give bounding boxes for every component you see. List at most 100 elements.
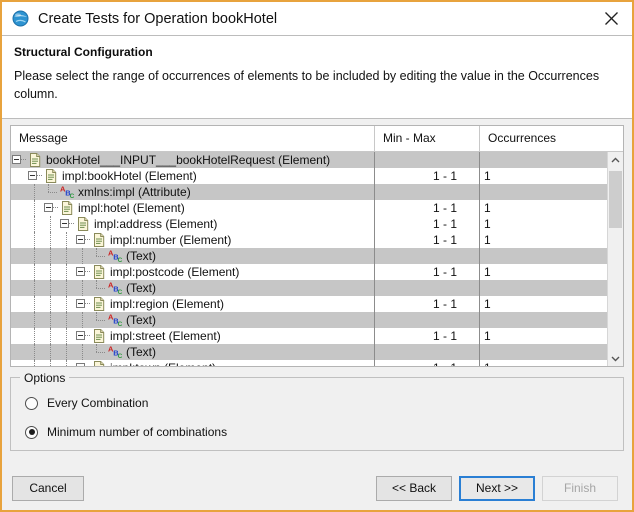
tree-guide-line	[82, 248, 83, 264]
cell-occurrences[interactable]	[480, 280, 623, 296]
tree-collapse-icon[interactable]	[11, 152, 27, 168]
tree-collapse-icon[interactable]	[27, 168, 43, 184]
tree-cell-message[interactable]: impl:town (Element)	[11, 360, 375, 366]
tree-collapse-icon[interactable]	[75, 328, 91, 344]
cell-min-max[interactable]	[375, 152, 480, 168]
tree-cell-message[interactable]: impl:address (Element)	[11, 216, 375, 232]
tree-collapse-icon[interactable]	[59, 216, 75, 232]
cell-min-max[interactable]: 1 - 1	[375, 168, 480, 184]
radio-indicator-every-combination[interactable]	[25, 397, 38, 410]
cell-occurrences[interactable]: 1	[480, 216, 623, 232]
radio-minimum-combinations[interactable]: Minimum number of combinations	[11, 421, 623, 443]
tree-indent	[75, 344, 91, 360]
tree-cell-message[interactable]: impl:bookHotel (Element)	[11, 168, 375, 184]
table-row[interactable]: impl:address (Element)1 - 11	[11, 216, 623, 232]
tree-indent	[11, 360, 27, 366]
cell-occurrences[interactable]: 1	[480, 360, 623, 366]
cell-min-max[interactable]	[375, 344, 480, 360]
table-body: bookHotel___INPUT___bookHotelRequest (El…	[11, 152, 623, 366]
column-header-min-max[interactable]: Min - Max	[375, 126, 480, 151]
cell-min-max[interactable]: 1 - 1	[375, 328, 480, 344]
tree-collapse-icon[interactable]	[43, 200, 59, 216]
cell-min-max[interactable]: 1 - 1	[375, 296, 480, 312]
back-button[interactable]: << Back	[376, 476, 452, 501]
cell-occurrences[interactable]	[480, 184, 623, 200]
tree-cell-message[interactable]: impl:number (Element)	[11, 232, 375, 248]
cell-min-max[interactable]	[375, 184, 480, 200]
cell-occurrences[interactable]: 1	[480, 168, 623, 184]
cell-occurrences[interactable]: 1	[480, 264, 623, 280]
tree-indent	[11, 264, 27, 280]
table-row[interactable]: ABC(Text)	[11, 280, 623, 296]
radio-indicator-minimum-combinations[interactable]	[25, 426, 38, 439]
table-row[interactable]: impl:hotel (Element)1 - 11	[11, 200, 623, 216]
table-row[interactable]: impl:postcode (Element)1 - 11	[11, 264, 623, 280]
tree-leaf-connector	[91, 280, 107, 296]
tree-cell-message[interactable]: impl:postcode (Element)	[11, 264, 375, 280]
tree-cell-message[interactable]: ABC(Text)	[11, 280, 375, 296]
tree-collapse-icon[interactable]	[75, 296, 91, 312]
tree-cell-message[interactable]: bookHotel___INPUT___bookHotelRequest (El…	[11, 152, 375, 168]
cell-occurrences[interactable]: 1	[480, 200, 623, 216]
tree-collapse-icon[interactable]	[75, 232, 91, 248]
tree-collapse-icon[interactable]	[75, 264, 91, 280]
tree-indent	[59, 344, 75, 360]
table-row[interactable]: impl:town (Element)1 - 11	[11, 360, 623, 366]
tree-indent	[27, 312, 43, 328]
cell-min-max[interactable]: 1 - 1	[375, 232, 480, 248]
tree-cell-message[interactable]: ABC(Text)	[11, 344, 375, 360]
column-header-message[interactable]: Message	[11, 126, 375, 151]
chevron-up-icon[interactable]	[608, 152, 623, 168]
table-row[interactable]: impl:bookHotel (Element)1 - 11	[11, 168, 623, 184]
cell-occurrences[interactable]	[480, 312, 623, 328]
close-icon[interactable]	[596, 5, 626, 33]
tree-collapse-icon[interactable]	[75, 360, 91, 366]
cell-min-max[interactable]: 1 - 1	[375, 360, 480, 366]
cell-min-max[interactable]	[375, 280, 480, 296]
tree-cell-message[interactable]: impl:street (Element)	[11, 328, 375, 344]
tree-indent	[11, 280, 27, 296]
table-row[interactable]: impl:number (Element)1 - 11	[11, 232, 623, 248]
cell-min-max[interactable]: 1 - 1	[375, 264, 480, 280]
tree-cell-message[interactable]: ABCxmlns:impl (Attribute)	[11, 184, 375, 200]
tree-indent	[11, 312, 27, 328]
cell-occurrences[interactable]: 1	[480, 296, 623, 312]
tree-guide-line	[50, 312, 51, 328]
tree-guide-line	[34, 296, 35, 312]
chevron-down-icon[interactable]	[608, 350, 623, 366]
cell-occurrences[interactable]	[480, 248, 623, 264]
column-header-occurrences[interactable]: Occurrences	[480, 126, 623, 151]
tree-cell-message[interactable]: ABC(Text)	[11, 248, 375, 264]
cell-occurrences[interactable]: 1	[480, 328, 623, 344]
table-row[interactable]: ABCxmlns:impl (Attribute)	[11, 184, 623, 200]
radio-every-combination[interactable]: Every Combination	[11, 392, 623, 414]
table-row[interactable]: ABC(Text)	[11, 312, 623, 328]
table-row[interactable]: ABC(Text)	[11, 344, 623, 360]
tree-guide-line	[50, 360, 51, 366]
vertical-scrollbar[interactable]	[607, 152, 623, 366]
tree-guide-line	[50, 264, 51, 280]
table-row[interactable]: impl:region (Element)1 - 11	[11, 296, 623, 312]
next-button[interactable]: Next >>	[459, 476, 535, 501]
scrollbar-thumb[interactable]	[609, 171, 622, 228]
cell-occurrences[interactable]: 1	[480, 232, 623, 248]
tree-guide-line	[66, 296, 67, 312]
cell-min-max[interactable]	[375, 248, 480, 264]
cancel-button[interactable]: Cancel	[12, 476, 84, 501]
table-row[interactable]: bookHotel___INPUT___bookHotelRequest (El…	[11, 152, 623, 168]
cell-min-max[interactable]	[375, 312, 480, 328]
cell-occurrences[interactable]	[480, 152, 623, 168]
tree-indent	[43, 248, 59, 264]
cell-occurrences[interactable]	[480, 344, 623, 360]
table-row[interactable]: ABC(Text)	[11, 248, 623, 264]
table-row[interactable]: impl:street (Element)1 - 11	[11, 328, 623, 344]
tree-indent	[11, 168, 27, 184]
cell-min-max[interactable]: 1 - 1	[375, 200, 480, 216]
cell-min-max[interactable]: 1 - 1	[375, 216, 480, 232]
tree-indent	[27, 280, 43, 296]
tree-indent	[43, 232, 59, 248]
tree-guide-line	[50, 232, 51, 248]
tree-cell-message[interactable]: impl:hotel (Element)	[11, 200, 375, 216]
tree-cell-message[interactable]: impl:region (Element)	[11, 296, 375, 312]
tree-cell-message[interactable]: ABC(Text)	[11, 312, 375, 328]
